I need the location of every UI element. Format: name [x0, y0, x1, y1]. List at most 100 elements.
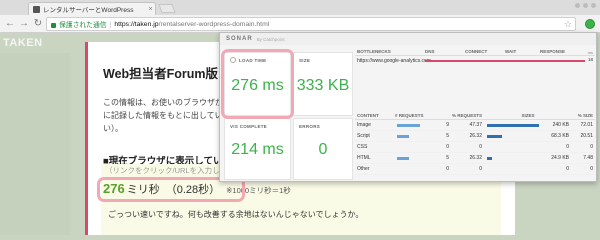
- browser-tab[interactable]: レンタルサーバーとWordPress ×: [28, 2, 156, 15]
- favicon-icon: [33, 5, 40, 13]
- sizes-cell: 240 KB: [485, 120, 571, 130]
- errors-label: ERRORS: [299, 124, 321, 129]
- requests-cell: 5: [395, 153, 451, 163]
- requests-cell: 5: [395, 131, 451, 141]
- size-tile: SIZE 333 KB: [293, 52, 353, 116]
- requests-count: 0: [446, 166, 449, 172]
- content-type: Other: [357, 166, 370, 172]
- content-table-header: CONTENT # REQUESTS % REQUESTS SIZES % SI…: [355, 111, 595, 120]
- size-percent: 7.48: [583, 155, 593, 161]
- intro-paragraph: この情報は、お使いのブラウザが に記録した情報をもとに出してい い）。: [103, 98, 223, 133]
- highlight-frame: [221, 49, 294, 119]
- secure-label: 保護された通信: [59, 22, 107, 29]
- requests-percent: 26.32: [469, 155, 482, 161]
- bottleneck-host: https://www.google-analytics.com: [357, 57, 431, 64]
- size-percent: 0: [590, 166, 593, 172]
- left-sidebar: [0, 53, 70, 235]
- size-label: SIZE: [299, 58, 311, 63]
- reload-icon[interactable]: ↻: [32, 18, 44, 30]
- requests-cell: 0: [395, 164, 451, 174]
- maximize-icon[interactable]: [583, 3, 588, 8]
- size-percent: 72.01: [580, 122, 593, 128]
- size-value: 0: [566, 166, 569, 172]
- content-type: Image: [357, 122, 371, 128]
- bottleneck-row[interactable]: https://www.google-analytics.com ms 18: [355, 50, 595, 65]
- col-requests: # REQUESTS: [395, 112, 424, 118]
- legend-dns: DNS: [425, 48, 435, 54]
- page-title: Web担当者Forum版: [103, 67, 219, 81]
- vis-complete-label: VIS COMPLETE: [230, 124, 268, 129]
- tab-close-icon[interactable]: ×: [146, 6, 155, 13]
- lock-icon: [51, 22, 56, 28]
- sonar-byline: By Catchpoint: [256, 36, 285, 42]
- sonar-header: SONAR By Catchpoint: [220, 33, 596, 45]
- bottlenecks-heading: BOTTLENECKS: [357, 48, 391, 54]
- table-row: HTML 5 26.32 24.9 KB 7.48: [355, 153, 595, 164]
- minimize-icon[interactable]: [575, 3, 580, 8]
- sizes-cell: 0: [485, 142, 571, 152]
- legend-connect: CONNECT: [465, 48, 488, 54]
- requests-bar: [397, 135, 409, 138]
- errors-tile: ERRORS 0: [293, 118, 353, 180]
- table-row: Other 0 0 0 0: [355, 164, 595, 175]
- table-row: CSS 0 0 0 0: [355, 142, 595, 153]
- requests-percent: 26.32: [469, 133, 482, 139]
- size-percent: 0: [590, 144, 593, 150]
- col-content: CONTENT: [357, 112, 379, 118]
- sizes-cell: 0: [485, 164, 571, 174]
- window-controls: [575, 3, 596, 8]
- sonar-extension-icon[interactable]: [585, 19, 595, 29]
- author-comment: ごっつい速いですね。何も改善する余地はないんじゃないでしょうか。: [108, 210, 364, 219]
- browser-toolbar: ← → ↻ 保護された通信 | https://taken.jp /rental…: [0, 15, 600, 33]
- tab-title: レンタルサーバーとWordPress: [43, 7, 134, 14]
- requests-bar: [397, 157, 409, 160]
- back-icon[interactable]: ←: [4, 18, 16, 30]
- col-sizes: SIZES: [521, 112, 535, 118]
- bottlenecks-panel: BOTTLENECKS DNS CONNECT WAIT RESPONSE ht…: [355, 47, 595, 107]
- content-type: Script: [357, 133, 370, 139]
- size-bar: [487, 135, 502, 138]
- forward-icon[interactable]: →: [18, 18, 30, 30]
- size-value: 24.9 KB: [551, 155, 569, 161]
- requests-count: 9: [446, 122, 449, 128]
- sizes-cell: 68.3 KB: [485, 131, 571, 141]
- address-bar[interactable]: 保護された通信 | https://taken.jp /rentalserver…: [46, 17, 576, 31]
- legend-wait: WAIT: [505, 48, 517, 54]
- requests-percent: 0: [479, 144, 482, 150]
- size-value: 0: [566, 144, 569, 150]
- sizes-cell: 24.9 KB: [485, 153, 571, 163]
- requests-cell: 0: [395, 142, 451, 152]
- bottlenecks-header: BOTTLENECKS DNS CONNECT WAIT RESPONSE: [355, 47, 595, 56]
- vis-complete-value: 214 ms: [231, 141, 284, 158]
- content-table-body: Image 9 47.37 240 KB 72.01 Script 5 26.32 68.3 K…: [355, 120, 595, 175]
- size-value: 333 KB: [296, 77, 350, 94]
- new-tab-button[interactable]: [158, 4, 176, 13]
- requests-count: 5: [446, 155, 449, 161]
- url-path: /rentalserver-wordpress-domain.html: [158, 20, 270, 28]
- size-value: 68.3 KB: [551, 133, 569, 139]
- table-row: Image 9 47.37 240 KB 72.01: [355, 120, 595, 131]
- col-req-pct: % REQUESTS: [451, 112, 482, 118]
- requests-percent: 47.37: [469, 122, 482, 128]
- sonar-brand: SONAR: [226, 36, 253, 42]
- size-bar: [487, 157, 492, 160]
- content-type: HTML: [357, 155, 371, 161]
- size-bar: [487, 124, 539, 127]
- close-window-icon[interactable]: [591, 3, 596, 8]
- requests-bar: [397, 124, 420, 127]
- content-type: CSS: [357, 144, 368, 150]
- vis-complete-tile: VIS COMPLETE 214 ms: [224, 118, 291, 180]
- bottleneck-bar: [425, 60, 585, 62]
- size-value: 240 KB: [552, 122, 569, 128]
- site-logo[interactable]: TAKEN: [3, 37, 43, 49]
- bottleneck-value: 18: [587, 57, 593, 62]
- requests-percent: 0: [479, 166, 482, 172]
- bookmark-star-icon[interactable]: ☆: [564, 18, 572, 30]
- legend-response: RESPONSE: [540, 48, 566, 54]
- sonar-popup: SONAR By Catchpoint LOAD TIME 276 ms SIZ…: [219, 32, 597, 182]
- url-separator: |: [109, 20, 112, 28]
- col-size-pct: % SIZE: [577, 112, 593, 118]
- content-table: CONTENT # REQUESTS % REQUESTS SIZES % SI…: [355, 111, 595, 175]
- bottleneck-unit: ms: [587, 50, 593, 55]
- errors-value: 0: [318, 141, 328, 158]
